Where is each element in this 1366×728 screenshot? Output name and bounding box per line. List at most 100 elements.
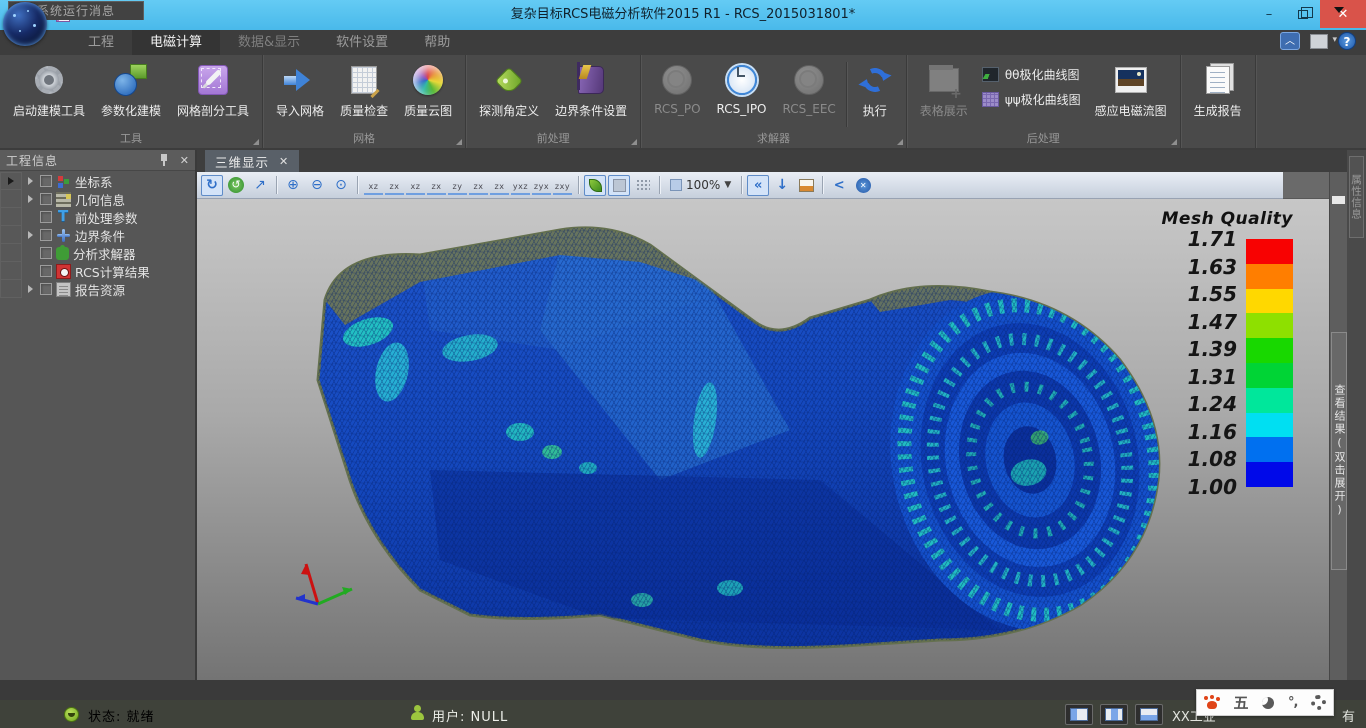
app-logo-icon[interactable] (3, 2, 47, 46)
tree-item-geometry-info[interactable]: 几何信息 (22, 190, 195, 208)
zoom-out-button[interactable]: ⊖ (306, 175, 328, 196)
solver-rcs-ipo-button[interactable]: RCS_IPO (709, 58, 775, 116)
expand-icon[interactable] (28, 195, 33, 203)
execute-button[interactable]: 执行 (849, 58, 901, 119)
smooth-shade-button[interactable] (584, 175, 606, 196)
moon-icon[interactable] (1262, 697, 1274, 709)
axis-view-button[interactable]: zxy (553, 175, 572, 195)
expand-icon[interactable] (28, 177, 33, 185)
restore-button[interactable] (1286, 0, 1320, 28)
layout-center-button[interactable] (1100, 704, 1128, 725)
tab-settings[interactable]: 软件设置 (318, 30, 406, 55)
export-down-button[interactable]: ↓ (771, 175, 793, 196)
tree-item-report-resources[interactable]: 报告资源 (22, 280, 195, 298)
axis-view-button[interactable]: zx (469, 175, 488, 195)
solver-rcs-po-button[interactable]: RCS_PO (646, 58, 708, 116)
help-icon[interactable]: ? (1338, 32, 1356, 50)
row-header-cell[interactable] (0, 226, 22, 244)
psi-polarization-curve-button[interactable]: ψψ极化曲线图 (982, 91, 1081, 108)
tree-item-coordinate-system[interactable]: 坐标系 (22, 172, 195, 190)
layout-bottom-button[interactable] (1135, 704, 1163, 725)
row-header-cell[interactable] (0, 208, 22, 226)
ime-settings-gear-icon[interactable] (1311, 695, 1326, 710)
ime-mode-toggle[interactable]: 五 (1234, 692, 1249, 713)
tree-item-boundary-conditions[interactable]: 边界条件 (22, 226, 195, 244)
tree-item-analysis-solver[interactable]: 分析求解器 (22, 244, 195, 262)
quality-cloud-button[interactable]: 质量云图 (396, 58, 460, 119)
tab-close-icon[interactable]: ✕ (279, 155, 289, 168)
panel-close-icon[interactable]: ✕ (180, 154, 189, 167)
spin-button[interactable]: ↺ (225, 175, 247, 196)
tab-view-results[interactable]: 查看结果(双击展开) (1331, 332, 1347, 570)
parametric-modeling-button[interactable]: 参数化建模 (93, 58, 169, 119)
theta-polarization-curve-button[interactable]: θθ极化曲线图 (982, 66, 1081, 83)
display-mode-icon[interactable] (1310, 34, 1328, 49)
zoom-level-select[interactable]: 100% ▼ (665, 176, 736, 194)
induced-current-map-button[interactable]: 感应电磁流图 (1087, 58, 1175, 119)
axis-view-button[interactable]: xz (406, 175, 425, 195)
checkbox[interactable] (40, 193, 52, 205)
launch-modeling-tool-button[interactable]: 启动建模工具 (5, 58, 93, 119)
expand-icon[interactable] (28, 285, 33, 293)
row-header-cell[interactable] (0, 172, 22, 190)
import-mesh-button[interactable]: 导入网格 (268, 58, 332, 119)
quality-check-button[interactable]: 质量检查 (332, 58, 396, 119)
axis-view-button[interactable]: yxz (511, 175, 530, 195)
minimize-button[interactable]: – (1252, 0, 1286, 28)
row-header-cell[interactable] (0, 262, 22, 280)
tab-data-display[interactable]: 数据&显示 (220, 30, 318, 55)
wire-points-button[interactable] (632, 175, 654, 196)
tab-em-compute[interactable]: 电磁计算 (132, 30, 220, 55)
boundary-condition-button[interactable]: 边界条件设置 (547, 58, 635, 119)
axis-view-button[interactable]: zx (490, 175, 509, 195)
ime-logo-icon[interactable] (1204, 696, 1220, 710)
tab-3d-display[interactable]: 三维显示 ✕ (205, 150, 299, 172)
solver-rcs-eec-button[interactable]: RCS_EEC (775, 58, 844, 116)
zoom-fit-button[interactable]: ⊙ (330, 175, 352, 196)
zoom-in-button[interactable]: ⊕ (282, 175, 304, 196)
3d-viewport[interactable]: Mesh Quality 1.711.631.551.471.391.311.2… (197, 199, 1329, 680)
row-header-cell[interactable] (0, 280, 22, 298)
pan-button[interactable]: ↗ (249, 175, 271, 196)
row-header-cell[interactable] (0, 190, 22, 208)
axis-view-button[interactable]: zx (385, 175, 404, 195)
group-launcher-icon[interactable] (631, 139, 637, 145)
checkbox[interactable] (40, 265, 52, 277)
tree-item-preprocess-params[interactable]: 前处理参数 (22, 208, 195, 226)
probe-angle-button[interactable]: 探测角定义 (471, 58, 547, 119)
mesh-partition-tool-button[interactable]: 网格剖分工具 (169, 58, 257, 119)
axis-view-button[interactable]: zy (448, 175, 467, 195)
pin-icon[interactable] (160, 154, 168, 166)
punctuation-toggle[interactable]: °, (1288, 695, 1297, 710)
tab-help[interactable]: 帮助 (406, 30, 468, 55)
checkbox[interactable] (40, 175, 52, 187)
share-button[interactable]: < (828, 175, 850, 196)
tab-project[interactable]: 工程 (70, 30, 132, 55)
row-header-cell[interactable] (0, 244, 22, 262)
group-launcher-icon[interactable] (897, 139, 903, 145)
collapse-ribbon-icon[interactable]: ︿ (1280, 32, 1300, 50)
group-launcher-icon[interactable] (1171, 139, 1177, 145)
group-launcher-icon[interactable] (456, 139, 462, 145)
layout-left-button[interactable] (1065, 704, 1093, 725)
copy-window-button[interactable] (795, 175, 817, 196)
generate-report-button[interactable]: 生成报告 (1186, 58, 1250, 119)
orbit-button[interactable]: ↻ (201, 175, 223, 196)
checkbox[interactable] (40, 211, 52, 223)
group-launcher-icon[interactable] (253, 139, 259, 145)
checkbox[interactable] (40, 283, 52, 295)
axis-view-button[interactable]: xz (364, 175, 383, 195)
axis-view-button[interactable]: zx (427, 175, 446, 195)
table-show-button[interactable]: 表格展示 (912, 58, 976, 119)
axis-view-button[interactable]: zyx (532, 175, 551, 195)
checkbox[interactable] (40, 229, 52, 241)
tree-item-rcs-results[interactable]: RCS计算结果 (22, 262, 195, 280)
checkbox[interactable] (40, 247, 52, 259)
tab-list-caret-icon[interactable] (1334, 7, 1344, 13)
capture-view-button[interactable]: « (747, 175, 769, 196)
clear-view-button[interactable]: ✕ (852, 175, 874, 196)
close-button[interactable]: ✕ (1320, 0, 1366, 28)
flat-shade-button[interactable] (608, 175, 630, 196)
expand-icon[interactable] (28, 231, 33, 239)
tab-property-info[interactable]: 属性信息 (1349, 156, 1364, 238)
